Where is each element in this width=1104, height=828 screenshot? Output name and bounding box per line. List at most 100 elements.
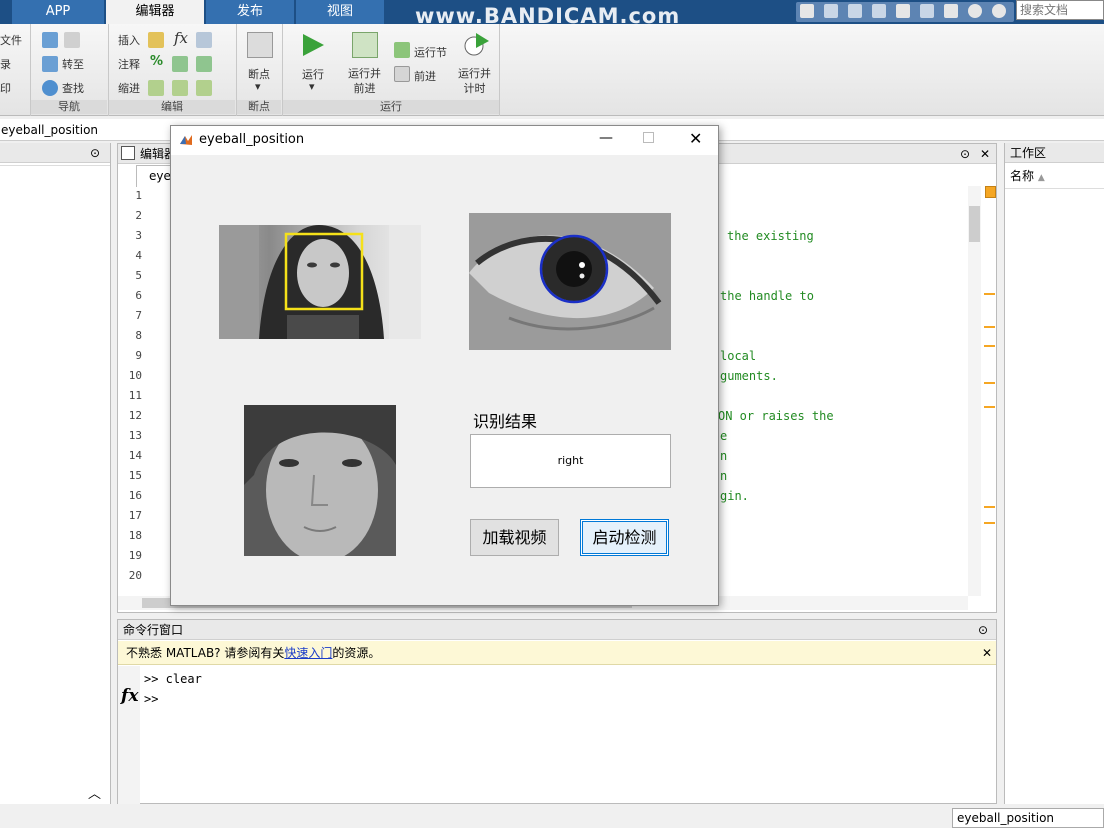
wrap-comment-icon[interactable] — [196, 56, 212, 72]
smart-indent-icon[interactable] — [148, 80, 164, 96]
load-video-button[interactable]: 加载视频 — [470, 519, 559, 556]
tab-publish[interactable]: 发布 — [206, 0, 294, 24]
line-number: 12 — [128, 409, 142, 422]
close-notice-icon[interactable]: ✕ — [982, 641, 992, 665]
search-docs-input[interactable]: 搜索文档 — [1016, 0, 1104, 20]
run-advance-icon[interactable] — [352, 32, 378, 58]
status-bar: eyeball_position — [0, 806, 1104, 828]
warning-marker[interactable] — [984, 506, 995, 508]
line-number: 16 — [128, 489, 142, 502]
breakpoint-group-title: 断点 — [237, 100, 281, 114]
workspace-panel: 工作区 名称 ▲ — [1004, 143, 1104, 804]
run-icon[interactable] — [300, 32, 326, 58]
insert-icon[interactable] — [148, 32, 164, 48]
print-item-label[interactable]: 印 — [0, 80, 11, 96]
tab-app[interactable]: APP — [12, 0, 104, 24]
face-detection-image — [219, 225, 421, 339]
decrease-indent-icon[interactable] — [196, 80, 212, 96]
command-window-title: 命令行窗口 — [123, 623, 184, 637]
eye-graphic — [469, 234, 662, 331]
run-section-button[interactable]: 运行节 — [414, 44, 447, 60]
panel-menu-icon[interactable]: ⊙ — [960, 144, 970, 164]
getting-started-link[interactable]: 快速入门 — [284, 646, 332, 660]
command-prompt[interactable]: >> — [144, 692, 158, 706]
uncomment-icon[interactable] — [172, 56, 188, 72]
warning-marker[interactable] — [984, 406, 995, 408]
maximize-icon[interactable] — [643, 132, 654, 143]
matlab-logo-icon — [180, 135, 192, 145]
breakpoint-icon[interactable] — [247, 32, 273, 58]
tab-view[interactable]: 视图 — [296, 0, 384, 24]
code-fragment: n — [720, 449, 728, 463]
minimize-icon[interactable]: — — [599, 130, 613, 146]
back-arrow-icon[interactable] — [42, 32, 58, 48]
line-number: 14 — [128, 449, 142, 462]
copy-icon[interactable] — [848, 4, 862, 18]
panel-menu-icon[interactable]: ⊙ — [90, 143, 100, 163]
code-fragment: n — [720, 469, 728, 483]
undo-icon[interactable] — [896, 4, 910, 18]
figure-title: eyeball_position — [199, 132, 305, 147]
code-fragment: the handle to — [720, 289, 814, 303]
advance-button[interactable]: 前进 — [414, 68, 436, 84]
save-icon[interactable] — [800, 4, 814, 18]
nav-group-title: 导航 — [31, 100, 107, 114]
run-section-icon[interactable] — [394, 42, 410, 58]
redo-icon[interactable] — [920, 4, 934, 18]
file-item-label[interactable]: 录 — [0, 56, 11, 72]
workspace-name-column[interactable]: 名称 ▲ — [1005, 165, 1104, 189]
status-label: eyeball_position — [952, 808, 1104, 828]
options-icon[interactable] — [992, 4, 1006, 18]
fx-icon[interactable]: fx — [121, 686, 138, 706]
line-number: 2 — [135, 209, 142, 222]
increase-indent-icon[interactable] — [172, 80, 188, 96]
find-icon[interactable] — [42, 80, 58, 96]
help-icon[interactable] — [968, 4, 982, 18]
quick-access-toolbar — [796, 2, 1014, 22]
forward-arrow-icon[interactable] — [64, 32, 80, 48]
warning-marker[interactable] — [984, 293, 995, 295]
line-number: 10 — [128, 369, 142, 382]
cut-icon[interactable] — [824, 4, 838, 18]
function-icon[interactable] — [196, 32, 212, 48]
insert-button[interactable]: 插入 — [118, 32, 140, 48]
warning-marker[interactable] — [984, 382, 995, 384]
warning-marker[interactable] — [984, 345, 995, 347]
goto-button[interactable]: 转至 — [62, 56, 84, 72]
chevron-down-icon[interactable]: ▾ — [309, 80, 315, 93]
editor-vertical-scrollbar[interactable] — [968, 186, 981, 596]
close-icon[interactable]: ✕ — [980, 144, 990, 164]
workspace-column-label: 名称 — [1010, 169, 1035, 183]
close-icon[interactable]: ✕ — [689, 129, 702, 148]
goto-icon[interactable] — [42, 56, 58, 72]
fx-icon[interactable]: fx — [174, 29, 188, 47]
paste-icon[interactable] — [872, 4, 886, 18]
run-advance-button[interactable]: 运行并 前进 — [348, 66, 381, 96]
percent-icon[interactable]: % — [150, 54, 163, 69]
warning-marker[interactable] — [984, 522, 995, 524]
comment-button[interactable]: 注释 — [118, 56, 140, 72]
panel-menu-icon[interactable]: ⊙ — [978, 620, 988, 640]
code-analyzer-indicator[interactable] — [985, 186, 996, 198]
compare-file-label[interactable]: 文件 — [0, 32, 22, 48]
scrollbar-thumb[interactable] — [969, 206, 980, 242]
find-button[interactable]: 查找 — [62, 80, 84, 96]
indent-button[interactable]: 缩进 — [118, 80, 140, 96]
run-time-icon[interactable] — [462, 30, 490, 58]
current-folder-panel: ⊙ ︿ — [0, 143, 111, 804]
figure-titlebar[interactable]: eyeball_position — ✕ — [171, 126, 718, 155]
command-window-header: 命令行窗口 ⊙ — [118, 620, 996, 640]
grayscale-face-image — [244, 405, 396, 556]
run-time-button[interactable]: 运行并 计时 — [458, 66, 491, 96]
line-number: 11 — [128, 389, 142, 402]
advance-icon[interactable] — [394, 66, 410, 82]
chevron-down-icon[interactable]: ▾ — [255, 80, 261, 93]
start-detection-button[interactable]: 启动检测 — [580, 519, 669, 556]
code-fragment: e — [720, 429, 728, 443]
editor-pencil-icon — [121, 146, 135, 160]
switch-window-icon[interactable] — [944, 4, 958, 18]
chevron-up-icon[interactable]: ︿ — [88, 783, 101, 802]
tab-editor[interactable]: 编辑器 — [106, 0, 204, 24]
group-divider — [499, 24, 500, 116]
warning-marker[interactable] — [984, 326, 995, 328]
